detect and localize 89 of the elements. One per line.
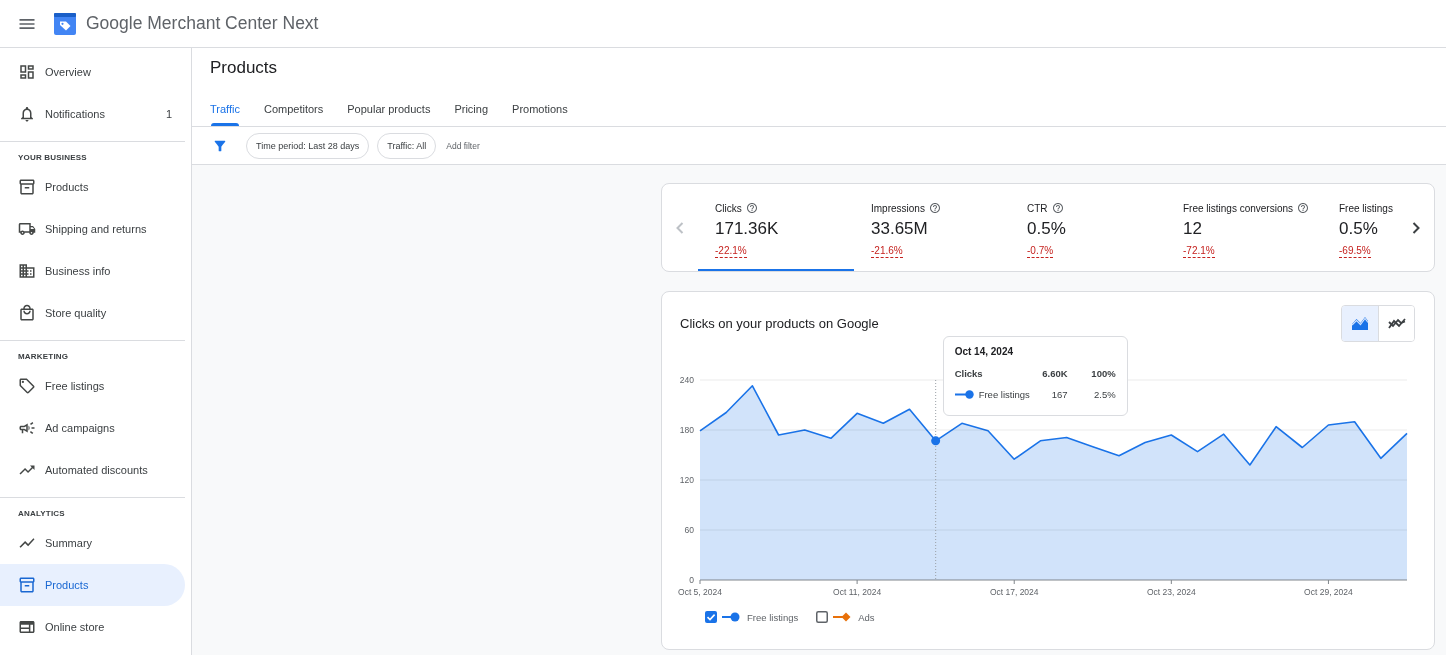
sidebar-link[interactable]: Summary xyxy=(0,522,185,564)
shopping-bag-icon xyxy=(18,304,36,322)
tooltip-share: 2.5% xyxy=(1094,388,1116,400)
tooltip-label: Clicks xyxy=(954,367,983,379)
dashboard-icon xyxy=(18,63,36,81)
metric-value: 171.36K xyxy=(715,218,779,240)
sidebar-link[interactable]: Shipping and returns xyxy=(0,208,185,250)
sidebar-link[interactable]: Products xyxy=(0,166,185,208)
y-axis-label: 180 xyxy=(679,425,694,435)
metric-tile[interactable]: Free listings conversions 12 -72.1% xyxy=(1166,184,1322,271)
x-axis-label: Oct 5, 2024 xyxy=(678,587,722,597)
metric-value: 33.65M xyxy=(871,218,928,240)
metric-change: -0.7% xyxy=(1027,245,1054,258)
app-title: Google Merchant Center Next xyxy=(86,13,319,34)
chevron-right-icon xyxy=(1412,221,1420,234)
sidebar-link[interactable]: Free listings xyxy=(0,365,185,407)
chart-title: Clicks on your products on Google xyxy=(680,315,879,331)
x-axis-label: Oct 17, 2024 xyxy=(989,587,1039,597)
bell-icon xyxy=(18,105,36,123)
add-filter-button[interactable]: Add filter xyxy=(446,140,480,151)
tab[interactable]: Popular products xyxy=(347,92,431,126)
y-axis-label: 240 xyxy=(679,375,694,385)
legend-checkbox[interactable] xyxy=(816,611,829,623)
help-icon[interactable] xyxy=(928,202,941,214)
sidebar-link[interactable]: Store quality xyxy=(0,292,185,334)
building-icon xyxy=(18,262,36,280)
sidebar-link[interactable]: Online store xyxy=(0,606,185,648)
metric-tile[interactable]: CTR 0.5% -0.7% xyxy=(1010,184,1166,271)
filter-chip[interactable]: Time period: Last 28 days xyxy=(246,132,370,159)
legend-checkbox[interactable] xyxy=(705,611,717,623)
metric-label: Free listings xyxy=(1339,202,1393,214)
section-heading: ANALYTICS xyxy=(18,508,65,520)
sidebar-link[interactable]: Products xyxy=(0,564,185,606)
megaphone-icon xyxy=(18,419,36,437)
x-axis-label: Oct 11, 2024 xyxy=(833,587,882,597)
area-chart-icon xyxy=(1351,316,1369,330)
tooltip-date: Oct 14, 2024 xyxy=(954,346,1014,358)
metric-label: Free listings conversions xyxy=(1183,202,1294,214)
filter-chip[interactable]: Traffic: All xyxy=(377,132,437,159)
line-view-button[interactable] xyxy=(1378,305,1414,341)
crossing-lines-icon xyxy=(1387,317,1406,329)
metric-label: Impressions xyxy=(871,202,925,214)
x-axis-label: Oct 23, 2024 xyxy=(1147,587,1196,597)
page-title: Products xyxy=(210,58,278,78)
metric-label: Clicks xyxy=(715,202,742,214)
notification-count: 1 xyxy=(165,108,172,120)
section-heading: MARKETING xyxy=(18,351,69,363)
logo-icon xyxy=(54,12,76,35)
sidebar-link[interactable]: Business info xyxy=(0,250,185,292)
legend-label: Ads xyxy=(858,611,875,623)
area-view-button[interactable] xyxy=(1342,305,1378,341)
y-axis-label: 120 xyxy=(679,475,694,485)
metric-change: -72.1% xyxy=(1183,245,1215,258)
section-heading: YOUR BUSINESS xyxy=(18,152,87,164)
metric-tile[interactable]: Free listings 0.5% -69.5% xyxy=(1322,184,1398,271)
metric-label: CTR xyxy=(1027,202,1048,214)
tag-icon xyxy=(18,377,36,395)
legend-label: Free listings xyxy=(747,611,799,623)
browser-window-icon xyxy=(18,618,36,636)
metric-tile[interactable]: Impressions 33.65M -21.6% xyxy=(854,184,1010,271)
help-icon[interactable] xyxy=(1051,202,1064,214)
archive-box-icon xyxy=(18,576,36,594)
archive-box-icon xyxy=(18,178,36,196)
chevron-left-icon xyxy=(676,221,684,234)
help-icon[interactable] xyxy=(1297,202,1310,214)
y-axis-label: 60 xyxy=(684,525,694,535)
tooltip-value: 6.60K xyxy=(1042,367,1068,379)
metric-value: 12 xyxy=(1183,218,1202,240)
metric-value: 0.5% xyxy=(1339,218,1378,240)
tooltip-share: 100% xyxy=(1091,367,1116,379)
truck-icon xyxy=(18,220,36,238)
tooltip-value: 167 xyxy=(1051,388,1068,400)
tooltip-label: Free listings xyxy=(978,388,1030,400)
tab[interactable]: Competitors xyxy=(263,92,324,126)
metric-change: -22.1% xyxy=(715,245,747,258)
metric-tile[interactable]: Clicks 171.36K -22.1% xyxy=(698,184,854,271)
tab[interactable]: Promotions xyxy=(512,92,568,126)
sidebar-link[interactable]: Notifications 1 xyxy=(0,93,185,135)
metric-change: -69.5% xyxy=(1339,245,1371,258)
help-icon[interactable] xyxy=(745,202,758,214)
sidebar-link[interactable]: Overview xyxy=(0,51,185,93)
y-axis-label: 0 xyxy=(689,575,694,585)
sidebar-link[interactable]: Automated discounts xyxy=(0,449,185,491)
x-axis-label: Oct 29, 2024 xyxy=(1304,587,1353,597)
sidebar-link[interactable]: Ad campaigns xyxy=(0,407,185,449)
metric-value: 0.5% xyxy=(1027,218,1066,240)
tab[interactable]: Traffic xyxy=(210,92,240,126)
metric-change: -21.6% xyxy=(871,245,903,258)
tab[interactable]: Pricing xyxy=(454,92,489,126)
